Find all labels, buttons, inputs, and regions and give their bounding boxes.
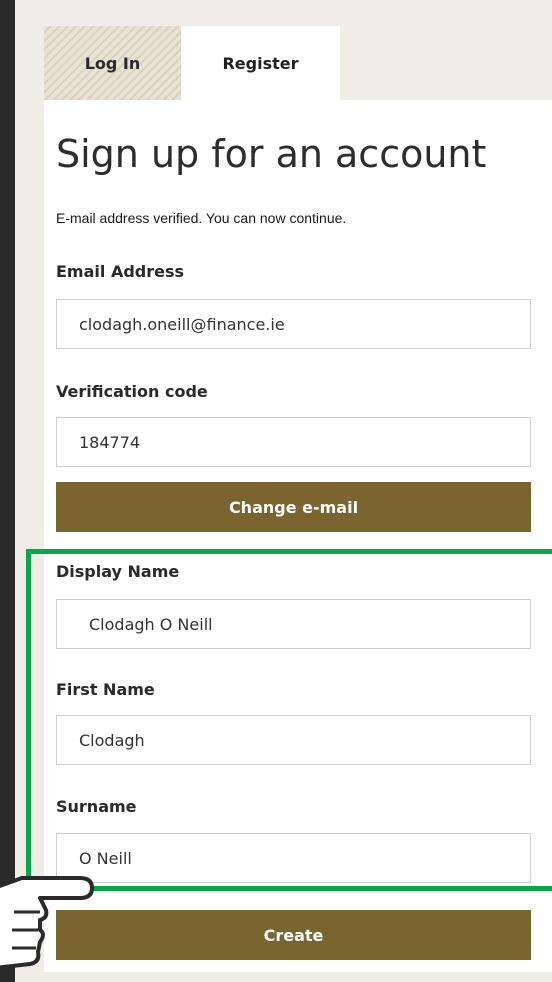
email-field[interactable]: clodagh.oneill@finance.ie [56,299,531,349]
email-label: Email Address [56,262,185,281]
page-title: Sign up for an account [56,132,487,176]
highlight-box [26,549,552,891]
pointing-hand-icon [0,876,94,970]
create-button[interactable]: Create [56,910,531,960]
tab-log-in[interactable]: Log In [44,26,181,100]
auth-tabs: Log In Register [44,26,340,100]
verification-code-label: Verification code [56,382,208,401]
change-email-button[interactable]: Change e-mail [56,482,531,532]
tab-register[interactable]: Register [181,26,340,100]
verified-message: E-mail address verified. You can now con… [56,210,347,226]
verification-code-field[interactable]: 184774 [56,417,531,467]
